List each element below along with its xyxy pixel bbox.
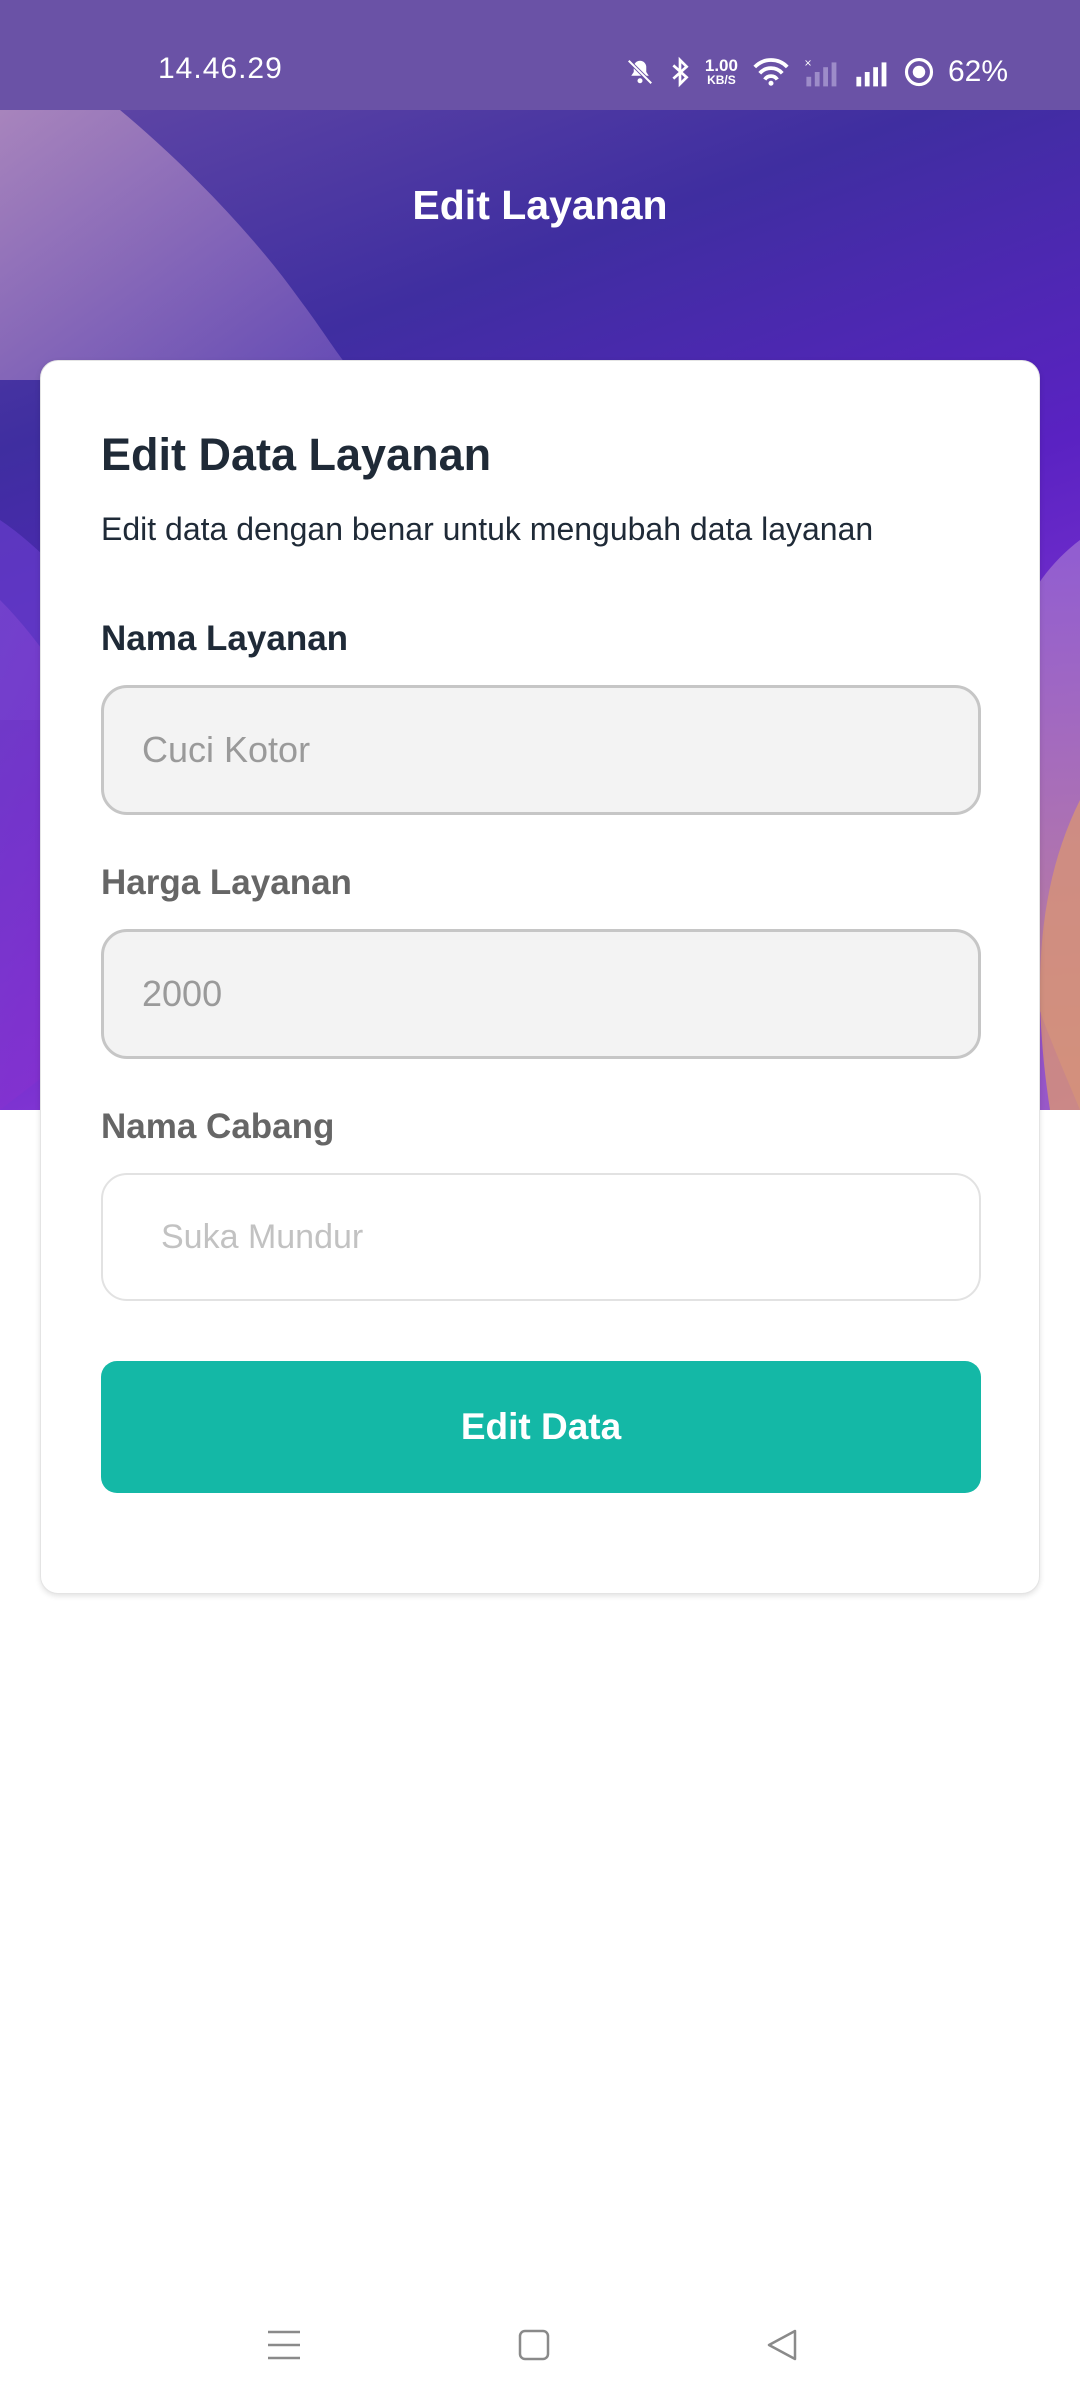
net-speed: 1.00 KB/S <box>704 56 738 87</box>
service-name-value: Cuci Kotor <box>142 729 311 770</box>
wifi-icon <box>752 57 790 87</box>
status-icons: 1.00 KB/S × 62% <box>625 52 1008 92</box>
service-price-field[interactable]: 2000 <box>101 929 981 1059</box>
status-bar: 14.46.29 1.00 KB/S × 62% <box>0 0 1080 110</box>
battery-percent: 62% <box>947 55 1008 88</box>
edit-form-card: Edit Data Layanan Edit data dengan benar… <box>40 360 1040 1594</box>
form-subtitle: Edit data dengan benar untuk mengubah da… <box>101 511 874 547</box>
branch-name-label: Nama Cabang <box>101 1107 335 1146</box>
edit-data-button[interactable]: Edit Data <box>101 1361 981 1493</box>
service-price-label: Harga Layanan <box>101 863 352 902</box>
screen: 14.46.29 1.00 KB/S × 62% Edit Layanan Ed… <box>0 0 1080 2400</box>
branch-name-placeholder: Suka Mundur <box>161 1217 364 1256</box>
mute-bell-icon <box>625 57 655 87</box>
net-speed-value: 1.00 <box>704 56 738 75</box>
net-speed-unit: KB/S <box>707 73 736 87</box>
page-title: Edit Layanan <box>412 182 668 228</box>
bluetooth-icon <box>669 56 691 88</box>
battery-saver-icon <box>904 57 934 87</box>
status-time: 14.46.29 <box>158 52 283 85</box>
menu-icon[interactable] <box>254 2320 314 2370</box>
service-price-value: 2000 <box>142 973 223 1014</box>
svg-text:×: × <box>804 58 812 69</box>
service-name-field[interactable]: Cuci Kotor <box>101 685 981 815</box>
back-triangle-icon[interactable] <box>752 2320 812 2370</box>
signal-sim1-icon: × <box>804 57 840 87</box>
system-nav-bar <box>0 2290 1080 2400</box>
branch-name-field[interactable]: Suka Mundur <box>101 1173 981 1301</box>
form-title: Edit Data Layanan <box>101 429 492 480</box>
service-name-label: Nama Layanan <box>101 619 349 658</box>
signal-sim2-icon <box>854 57 890 87</box>
home-square-icon[interactable] <box>504 2320 564 2370</box>
